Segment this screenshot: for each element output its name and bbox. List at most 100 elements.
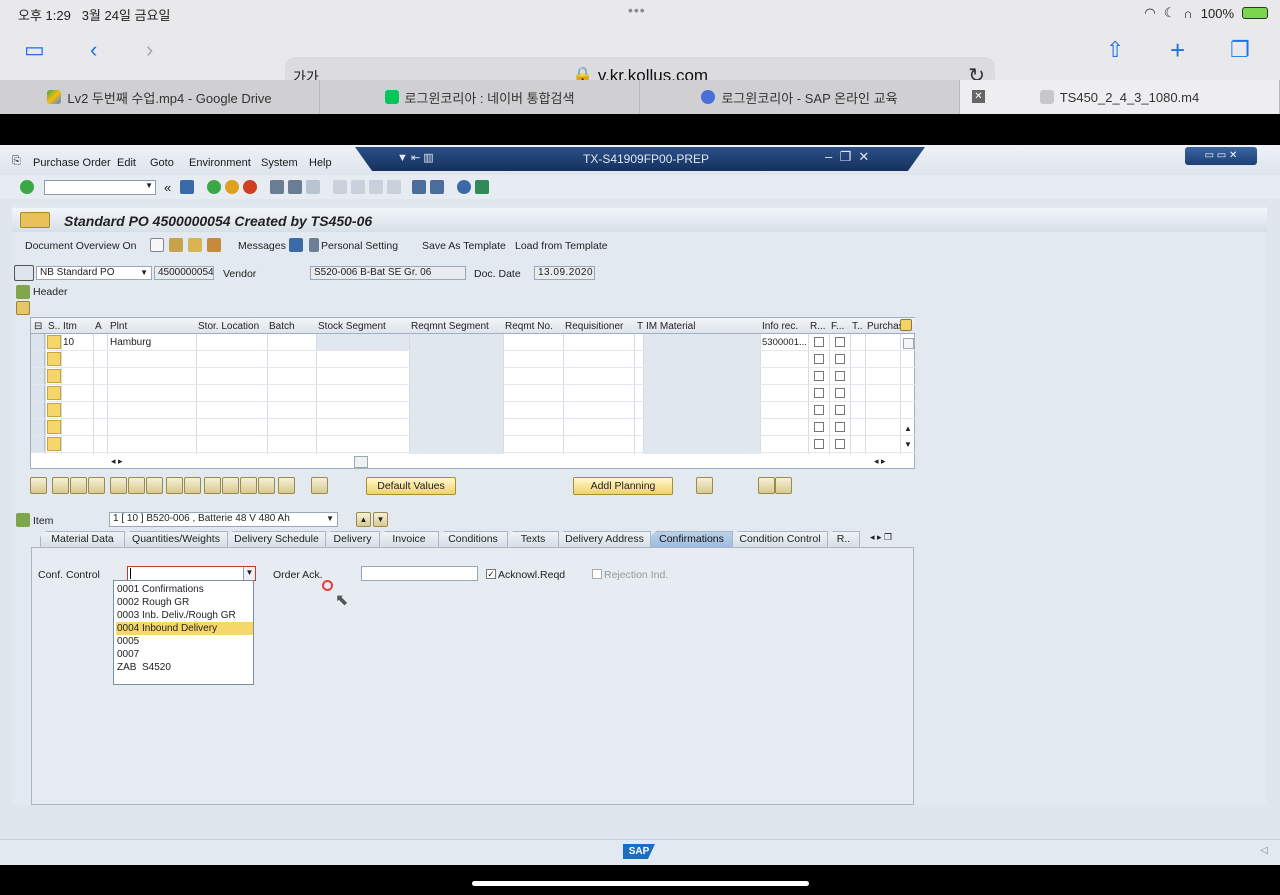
table-row[interactable]	[31, 385, 915, 402]
hold-icon[interactable]	[207, 238, 221, 252]
dropdown-option[interactable]: 0005	[116, 635, 253, 648]
header-expand-icon[interactable]	[16, 285, 30, 299]
col-reqmnt-segment[interactable]: Reqmnt Segment	[411, 321, 489, 332]
delete-icon[interactable]	[110, 477, 127, 494]
dropdown-option[interactable]: 0001 Confirmations	[116, 583, 253, 596]
menu-system[interactable]: System	[261, 157, 298, 169]
chevron-down-icon[interactable]: ▼	[326, 513, 334, 525]
lock-icon[interactable]	[128, 477, 145, 494]
layout-icon[interactable]	[311, 477, 328, 494]
save-as-template-button[interactable]: Save As Template	[422, 240, 506, 252]
tab-texts[interactable]: Texts	[507, 531, 559, 547]
po-type-icon[interactable]	[20, 212, 50, 228]
table-row[interactable]	[31, 436, 915, 453]
col-purchas[interactable]: Purchas	[867, 321, 904, 332]
sort-desc-icon[interactable]	[222, 477, 239, 494]
prev-item-icon[interactable]: ▲	[356, 512, 371, 527]
edit-pencil-icon[interactable]	[169, 238, 183, 252]
col-item[interactable]: Itm	[63, 321, 77, 332]
save-icon[interactable]	[180, 180, 194, 194]
dropdown-option[interactable]: 0007	[116, 648, 253, 661]
browser-tab-naver[interactable]: 로그윈코리아 : 네이버 통합검색	[320, 80, 640, 114]
status-expand-icon[interactable]: ◁	[1260, 845, 1268, 856]
browser-tab-logwin[interactable]: 로그윈코리아 - SAP 온라인 교육	[640, 80, 960, 114]
table-row[interactable]	[31, 351, 915, 368]
rejection-ind-checkbox[interactable]	[592, 569, 602, 579]
export-icon[interactable]	[278, 477, 295, 494]
menu-environment[interactable]: Environment	[189, 157, 251, 169]
exit-icon[interactable]	[225, 180, 239, 194]
item-collapse-icon[interactable]	[16, 513, 30, 527]
find-next-icon[interactable]	[306, 180, 320, 194]
table-row[interactable]	[31, 402, 915, 419]
services2-icon[interactable]	[775, 477, 792, 494]
header-toggle-icon[interactable]	[16, 301, 30, 315]
tab-more[interactable]: R..	[827, 531, 860, 547]
browser-tab-drive[interactable]: Lv2 두번째 수업.mp4 - Google Drive	[0, 80, 320, 114]
load-from-template-button[interactable]: Load from Template	[515, 240, 608, 252]
col-stock-segment[interactable]: Stock Segment	[318, 321, 386, 332]
close-tab-icon[interactable]: ✕	[972, 90, 985, 103]
services-icon[interactable]	[758, 477, 775, 494]
col-t[interactable]: T	[637, 321, 643, 332]
item-select[interactable]: 1 [ 10 ] B520-006 , Batterie 48 V 480 Ah…	[109, 512, 338, 527]
window-controls[interactable]: – ❐ ✕	[825, 149, 869, 165]
tab-invoice[interactable]: Invoice	[379, 531, 439, 547]
col-info-rec[interactable]: Info rec.	[762, 321, 798, 332]
scroll-up-icon[interactable]: ▲	[904, 424, 912, 433]
col-requisitioner[interactable]: Requisitioner	[565, 321, 623, 332]
command-field[interactable]: ▼	[44, 180, 156, 195]
tab-confirmations[interactable]: Confirmations	[650, 531, 733, 547]
tab-scroll-icon[interactable]: ◂ ▸ ❐	[870, 532, 892, 543]
print-icon[interactable]	[270, 180, 284, 194]
browser-tab-kollus[interactable]: ✕ TS450_2_4_3_1080.m4	[960, 80, 1280, 114]
title-tools-icon[interactable]: ▼ ⇤ ▥	[397, 151, 434, 164]
checkbox-f[interactable]	[835, 337, 845, 347]
col-t2[interactable]: T..	[852, 321, 863, 332]
sidebar-icon[interactable]: ▭	[24, 36, 45, 64]
home-indicator[interactable]	[472, 881, 809, 886]
double-arrow-icon[interactable]: «	[164, 180, 171, 195]
tab-delivery-address[interactable]: Delivery Address	[558, 531, 651, 547]
chevron-down-icon[interactable]: ▼	[140, 267, 148, 279]
col-im-material[interactable]: IM Material	[646, 321, 695, 332]
menu-edit[interactable]: Edit	[117, 157, 136, 169]
dropdown-option[interactable]: 0003 Inb. Deliv./Rough GR	[116, 609, 253, 622]
default-values-button[interactable]: Default Values	[366, 477, 456, 495]
next-page-icon[interactable]	[369, 180, 383, 194]
messages-button[interactable]: Messages	[238, 240, 286, 252]
new-session-icon[interactable]	[412, 180, 426, 194]
copy-item-icon[interactable]	[70, 477, 87, 494]
back-icon[interactable]: ‹	[90, 36, 97, 64]
forward-icon[interactable]: ›	[146, 36, 153, 64]
personal-setting-button[interactable]: Personal Setting	[321, 240, 398, 252]
find-icon[interactable]	[288, 180, 302, 194]
tab-condition-control[interactable]: Condition Control	[732, 531, 828, 547]
vendor-field[interactable]: S520-006 B-Bat SE Gr. 06	[310, 266, 466, 280]
chevron-down-icon[interactable]: ▼	[145, 181, 153, 190]
layout-menu-icon[interactable]	[475, 180, 489, 194]
create-icon[interactable]	[150, 238, 164, 252]
table-row[interactable]	[31, 368, 915, 385]
col-reqmt-no[interactable]: Reqmt No.	[505, 321, 553, 332]
chevron-down-icon[interactable]: ▼	[243, 567, 255, 580]
details-icon[interactable]	[30, 477, 47, 494]
sap-menu-icon[interactable]: ⎘	[12, 155, 21, 168]
cancel-icon[interactable]	[243, 180, 257, 194]
checkbox-r[interactable]	[814, 337, 824, 347]
other-po-icon[interactable]	[188, 238, 202, 252]
tabs-overview-icon[interactable]: ❐	[1230, 36, 1250, 64]
menu-purchase-order[interactable]: Purchase Order	[33, 157, 111, 169]
planning-icon[interactable]	[696, 477, 713, 494]
filter-icon[interactable]	[240, 477, 257, 494]
dropdown-option[interactable]: ZAB S4520	[116, 661, 253, 674]
share-icon[interactable]: ⇧	[1106, 36, 1124, 64]
col-r[interactable]: R...	[810, 321, 826, 332]
col-plant[interactable]: Plnt	[110, 321, 127, 332]
col-batch[interactable]: Batch	[269, 321, 295, 332]
back-icon[interactable]	[207, 180, 221, 194]
personal-setting-icon[interactable]	[309, 238, 319, 252]
tab-delivery[interactable]: Delivery	[325, 531, 380, 547]
order-ack-field[interactable]	[361, 566, 478, 581]
last-page-icon[interactable]	[387, 180, 401, 194]
